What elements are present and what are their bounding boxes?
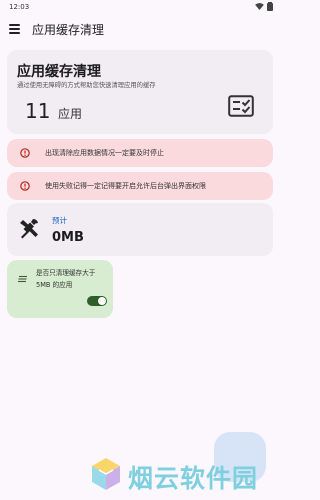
app-title: 应用缓存清理 — [32, 23, 105, 37]
checklist-icon[interactable] — [228, 95, 254, 117]
warning-card-stop: 出现清除应用数据情况一定要及时停止 — [7, 139, 273, 167]
app-count-unit: 应用 — [58, 107, 83, 121]
estimate-label: 预计 — [52, 216, 67, 225]
estimate-card: 预计 0MB — [7, 203, 273, 256]
card-subtitle: 通过使用无障碍的方式帮助您快速清理应用的缓存 — [17, 82, 156, 89]
cube-logo-icon — [92, 458, 120, 490]
watermark: 烟云软件园 — [88, 455, 278, 495]
size-filter-label: 是否只清理缓存大于5MB 的应用 — [36, 269, 96, 289]
status-icons — [255, 2, 273, 11]
status-bar: 12:03 — [0, 0, 281, 14]
estimate-value: 0MB — [52, 230, 84, 245]
wifi-icon — [255, 3, 264, 10]
toggle-knob — [98, 297, 106, 305]
size-filter-toggle[interactable] — [87, 296, 107, 306]
warning-text: 使用失败记得一定记得要开启允许后台弹出界面权限 — [45, 182, 206, 190]
cache-summary-card: 应用缓存清理 通过使用无障碍的方式帮助您快速清理应用的缓存 11 应用 — [7, 50, 273, 134]
card-title: 应用缓存清理 — [17, 64, 101, 80]
warning-card-permission: 使用失败记得一定记得要开启允许后台弹出界面权限 — [7, 172, 273, 200]
status-time: 12:03 — [9, 3, 30, 11]
menu-icon[interactable] — [9, 24, 21, 34]
warning-text: 出现清除应用数据情况一定要及时停止 — [45, 149, 164, 157]
app-bar: 应用缓存清理 — [0, 16, 281, 44]
tools-icon — [20, 219, 38, 239]
alert-circle-icon — [20, 181, 30, 191]
app-count: 11 — [25, 99, 51, 123]
layers-icon — [18, 275, 27, 283]
watermark-text: 烟云软件园 — [128, 464, 259, 493]
alert-circle-icon — [20, 148, 30, 158]
battery-icon — [267, 2, 273, 11]
size-filter-card: 是否只清理缓存大于5MB 的应用 — [7, 260, 113, 318]
